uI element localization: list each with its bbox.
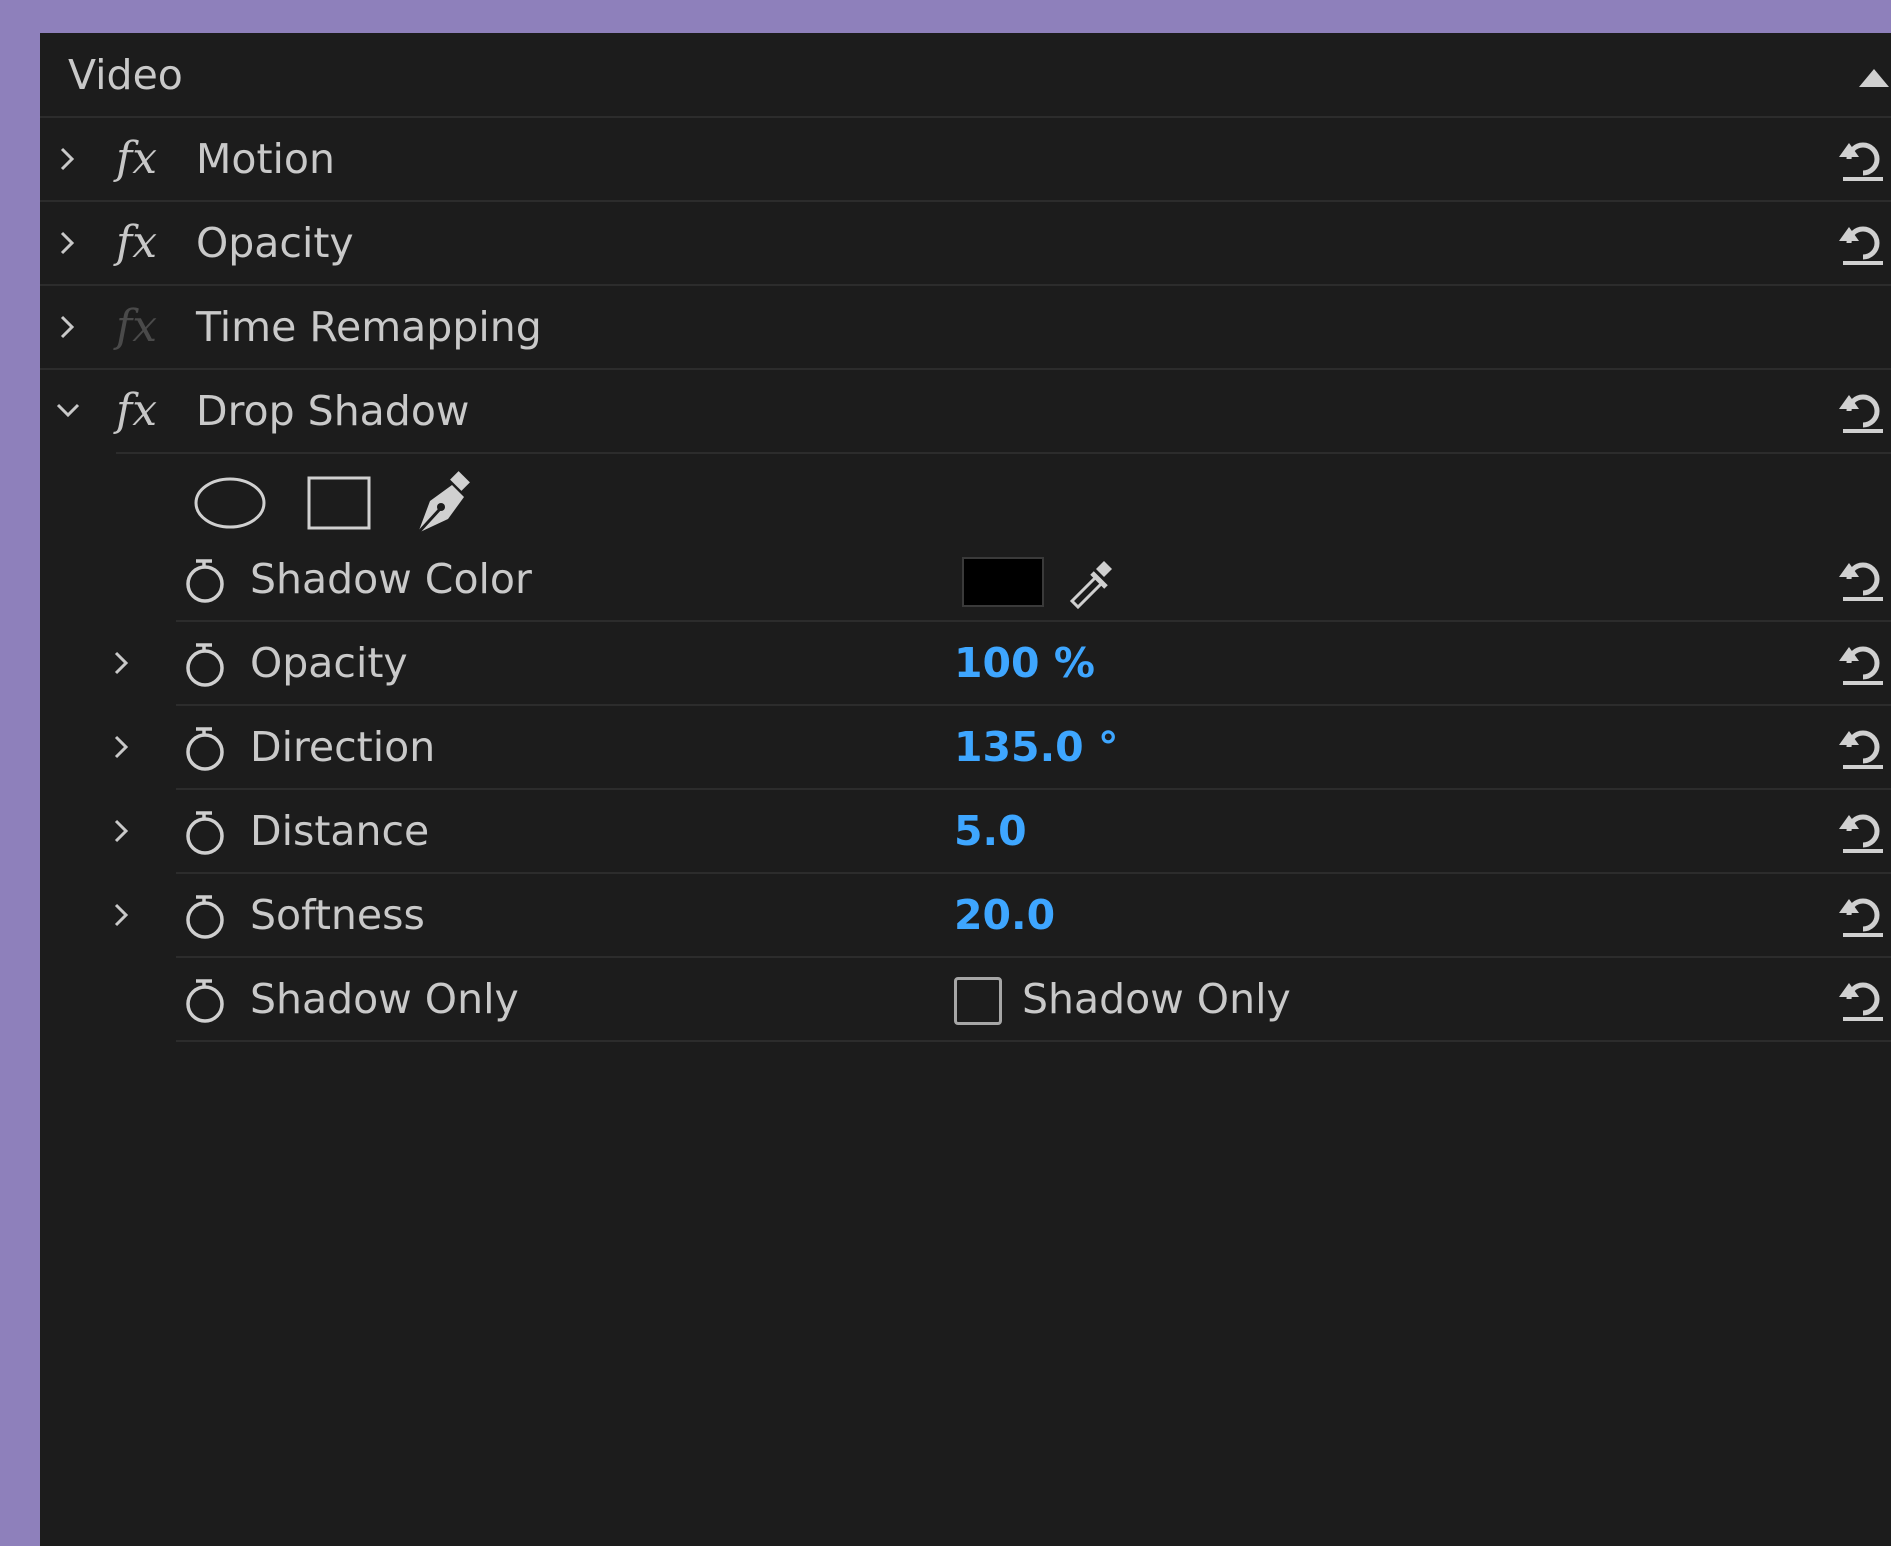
stopwatch-icon[interactable] (182, 641, 228, 689)
param-row-shadow-color[interactable]: Shadow Color (40, 537, 1891, 621)
shadow-only-checkbox[interactable] (954, 977, 1002, 1025)
stopwatch-icon[interactable] (182, 557, 228, 605)
stopwatch-icon[interactable] (182, 893, 228, 941)
param-label-shadow-color: Shadow Color (250, 555, 532, 603)
rectangle-mask-icon[interactable] (306, 475, 372, 531)
param-value-opacity[interactable]: 100 % (954, 621, 1095, 705)
param-value-direction[interactable]: 135.0 ° (954, 705, 1118, 789)
fx-toggle-icon[interactable]: fx (116, 127, 176, 191)
chevron-right-icon[interactable] (102, 727, 142, 767)
fx-disabled-icon: fx (116, 301, 158, 352)
param-value-softness[interactable]: 20.0 (954, 873, 1055, 957)
param-label-distance: Distance (250, 807, 430, 855)
effect-name-drop-shadow: Drop Shadow (196, 387, 470, 435)
param-row-shadow-only[interactable]: Shadow Only Shadow Only (40, 957, 1891, 1041)
param-row-direction[interactable]: Direction 135.0 ° (40, 705, 1891, 789)
param-value-distance[interactable]: 5.0 (954, 789, 1027, 873)
param-row-softness[interactable]: Softness 20.0 (40, 873, 1891, 957)
chevron-right-icon[interactable] (48, 223, 88, 263)
reset-icon[interactable] (1835, 635, 1891, 691)
shadow-color-swatch[interactable] (962, 557, 1044, 607)
reset-icon[interactable] (1835, 887, 1891, 943)
param-label-opacity: Opacity (250, 639, 408, 687)
effect-controls-panel: Video fx Motion fx Opacity fx Time Remap… (40, 33, 1891, 1546)
scroll-up-arrow-icon[interactable] (1857, 67, 1891, 89)
effect-row-motion[interactable]: fx Motion (40, 117, 1891, 201)
fx-toggle-icon[interactable]: fx (116, 379, 176, 443)
reset-icon[interactable] (1835, 719, 1891, 775)
effect-name-time-remapping: Time Remapping (196, 303, 542, 351)
param-row-opacity[interactable]: Opacity 100 % (40, 621, 1891, 705)
stopwatch-icon[interactable] (182, 977, 228, 1025)
reset-icon[interactable] (1835, 971, 1891, 1027)
effect-row-drop-shadow[interactable]: fx Drop Shadow (40, 369, 1891, 453)
stopwatch-icon[interactable] (182, 725, 228, 773)
shadow-only-checkbox-label[interactable]: Shadow Only (1022, 957, 1291, 1041)
video-section-title: Video (68, 51, 183, 99)
mask-tools-row (40, 453, 1891, 537)
effect-name-opacity: Opacity (196, 219, 354, 267)
chevron-right-icon[interactable] (102, 895, 142, 935)
reset-icon[interactable] (1835, 131, 1891, 187)
pen-mask-icon[interactable] (410, 471, 476, 537)
chevron-down-icon[interactable] (48, 391, 88, 431)
effect-row-opacity[interactable]: fx Opacity (40, 201, 1891, 285)
stopwatch-icon[interactable] (182, 809, 228, 857)
reset-icon[interactable] (1835, 551, 1891, 607)
fx-toggle-icon[interactable]: fx (116, 211, 176, 275)
reset-icon[interactable] (1835, 383, 1891, 439)
param-label-softness: Softness (250, 891, 425, 939)
eyedropper-icon[interactable] (1062, 549, 1124, 611)
ellipse-mask-icon[interactable] (192, 475, 268, 531)
video-section-header: Video (40, 33, 1891, 117)
chevron-right-icon[interactable] (102, 811, 142, 851)
chevron-right-icon[interactable] (102, 643, 142, 683)
reset-icon[interactable] (1835, 215, 1891, 271)
effect-name-motion: Motion (196, 135, 335, 183)
param-row-distance[interactable]: Distance 5.0 (40, 789, 1891, 873)
param-label-direction: Direction (250, 723, 436, 771)
chevron-right-icon[interactable] (48, 307, 88, 347)
param-label-shadow-only: Shadow Only (250, 975, 519, 1023)
reset-icon[interactable] (1835, 803, 1891, 859)
chevron-right-icon[interactable] (48, 139, 88, 179)
effect-row-time-remapping[interactable]: fx Time Remapping (40, 285, 1891, 369)
